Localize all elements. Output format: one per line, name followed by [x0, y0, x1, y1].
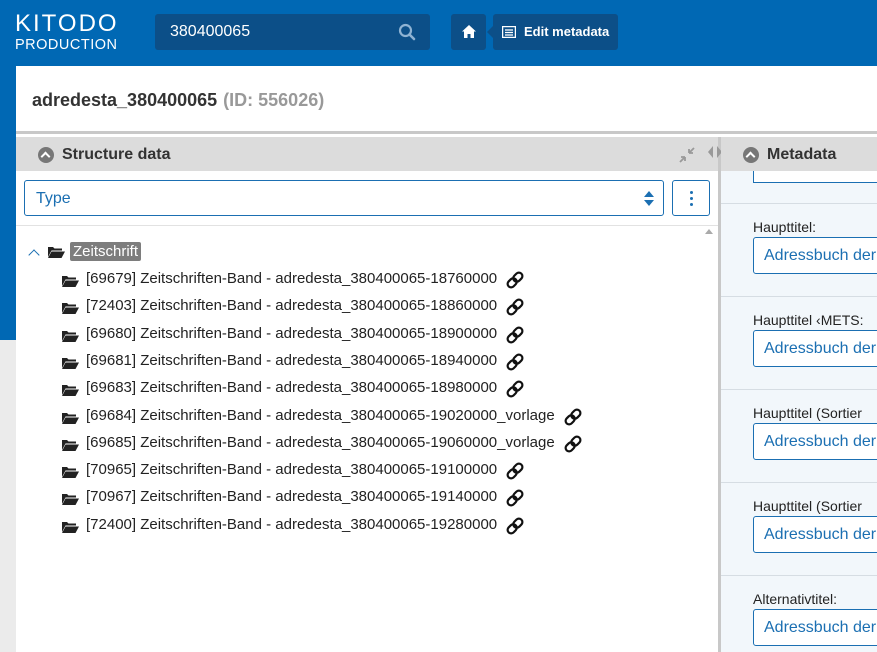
search-field[interactable]: 380400065	[155, 14, 430, 50]
metadata-field-label: Haupttitel (Sortier	[753, 498, 862, 514]
collapse-icon[interactable]	[743, 147, 759, 163]
metadata-field-input[interactable]: Adressbuch der	[753, 237, 877, 274]
home-button[interactable]	[451, 14, 486, 50]
metadata-field: Haupttitel: Adressbuch der	[721, 203, 877, 296]
scroll-up-icon[interactable]	[705, 229, 713, 234]
structure-panel: Structure data Type Zeitschrift [69679] …	[16, 137, 718, 652]
link-icon[interactable]	[505, 270, 525, 295]
process-id: (ID: 556026)	[223, 90, 325, 110]
process-title: adredesta_380400065	[32, 90, 218, 110]
app-logo[interactable]: KITODO PRODUCTION	[15, 12, 119, 53]
metadata-field-input[interactable]: Adressbuch der	[753, 423, 877, 460]
metadata-panel-header: Metadata	[721, 137, 877, 171]
folder-open-icon	[62, 439, 79, 451]
metadata-panel-title: Metadata	[767, 146, 837, 163]
metadata-field-value[interactable]: Adressbuch der	[764, 619, 876, 637]
logo-line2: PRODUCTION	[15, 37, 118, 53]
folder-open-icon	[48, 247, 65, 258]
folder-open-icon	[62, 412, 79, 424]
kebab-dot	[690, 203, 693, 206]
edit-metadata-breadcrumb[interactable]: Edit metadata	[487, 14, 618, 50]
divider	[16, 225, 718, 226]
link-icon[interactable]	[505, 297, 525, 322]
page-titlebar: adredesta_380400065 (ID: 556026)	[16, 66, 877, 134]
metadata-field: Haupttitel ‹METS: Adressbuch der	[721, 296, 877, 389]
metadata-field-input[interactable]: Adressbuch der	[753, 516, 877, 553]
metadata-field: Alternativtitel: Adressbuch der	[721, 575, 877, 652]
collapse-icon[interactable]	[38, 147, 54, 163]
folder-open-icon	[62, 303, 79, 315]
metadata-field-label: Haupttitel:	[753, 219, 817, 235]
chevron-up-icon[interactable]	[28, 249, 40, 261]
tree-node-label[interactable]: [69679] Zeitschriften-Band - adredesta_3…	[86, 270, 497, 287]
tree-node-label[interactable]: [70965] Zeitschriften-Band - adredesta_3…	[86, 461, 497, 478]
tree-node-label[interactable]: [69680] Zeitschriften-Band - adredesta_3…	[86, 325, 497, 342]
link-icon[interactable]	[563, 434, 583, 459]
metadata-field-label: Haupttitel ‹METS:	[753, 312, 864, 328]
folder-open-icon	[62, 357, 79, 369]
link-icon[interactable]	[505, 325, 525, 350]
link-icon[interactable]	[505, 379, 525, 404]
select-arrows-icon	[644, 191, 654, 207]
metadata-field: Haupttitel (Sortier Adressbuch der	[721, 482, 877, 575]
metadata-field-input[interactable]: Adressbuch der	[753, 330, 877, 367]
type-select-value: Type	[36, 190, 71, 207]
folder-open-icon	[62, 521, 79, 533]
search-icon[interactable]	[398, 23, 416, 41]
folder-open-icon	[62, 385, 79, 397]
metadata-field-value[interactable]: Adressbuch der	[764, 526, 876, 544]
tree-node-label[interactable]: [70967] Zeitschriften-Band - adredesta_3…	[86, 488, 497, 505]
page-title: adredesta_380400065 (ID: 556026)	[32, 90, 324, 111]
metadata-panel: Metadata Haupttitel: Adressbuch der Hauptt…	[721, 137, 877, 652]
list-icon	[502, 26, 516, 38]
link-icon[interactable]	[505, 461, 525, 486]
logo-line1: KITODO	[15, 10, 119, 37]
folder-open-icon	[62, 494, 79, 506]
edit-metadata-label: Edit metadata	[524, 24, 610, 39]
tree-node-label[interactable]: [72403] Zeitschriften-Band - adredesta_3…	[86, 297, 497, 314]
folder-open-icon	[62, 467, 79, 479]
link-icon[interactable]	[505, 516, 525, 541]
app-header: KITODO PRODUCTION 380400065 Edit metadat…	[0, 0, 877, 66]
splitter-arrows-icon[interactable]	[708, 146, 722, 158]
kebab-dot	[690, 191, 693, 194]
metadata-field-label: Haupttitel (Sortier	[753, 405, 862, 421]
structure-panel-header: Structure data	[16, 137, 718, 171]
tree-node-label[interactable]: [69684] Zeitschriften-Band - adredesta_3…	[86, 407, 555, 424]
folder-open-icon	[62, 276, 79, 287]
tree-node-label[interactable]: [69681] Zeitschriften-Band - adredesta_3…	[86, 352, 497, 369]
breadcrumb-arrow	[487, 26, 493, 38]
link-icon[interactable]	[505, 488, 525, 513]
metadata-field-input[interactable]: Adressbuch der	[753, 609, 877, 646]
home-icon	[462, 25, 476, 38]
link-icon[interactable]	[563, 407, 583, 432]
tree-node-label[interactable]: [69683] Zeitschriften-Band - adredesta_3…	[86, 379, 497, 396]
metadata-field-value[interactable]: Adressbuch der	[764, 247, 876, 265]
metadata-field: Haupttitel (Sortier Adressbuch der	[721, 389, 877, 482]
metadata-input-partial[interactable]	[753, 171, 877, 183]
tree-node-label[interactable]: [69685] Zeitschriften-Band - adredesta_3…	[86, 434, 555, 451]
structure-panel-title: Structure data	[62, 146, 171, 163]
link-icon[interactable]	[505, 352, 525, 377]
tree-node-label[interactable]: [72400] Zeitschriften-Band - adredesta_3…	[86, 516, 497, 533]
folder-open-icon	[62, 330, 79, 342]
metadata-field-value[interactable]: Adressbuch der	[764, 433, 876, 451]
metadata-field-value[interactable]: Adressbuch der	[764, 340, 876, 358]
tree-root-label[interactable]: Zeitschrift	[70, 242, 142, 261]
type-select[interactable]: Type	[24, 180, 664, 216]
kebab-dot	[690, 197, 693, 200]
metadata-field-label: Alternativtitel:	[753, 591, 838, 607]
more-options-button[interactable]	[672, 180, 710, 216]
compress-icon[interactable]	[678, 146, 696, 164]
search-input[interactable]: 380400065	[170, 23, 250, 41]
